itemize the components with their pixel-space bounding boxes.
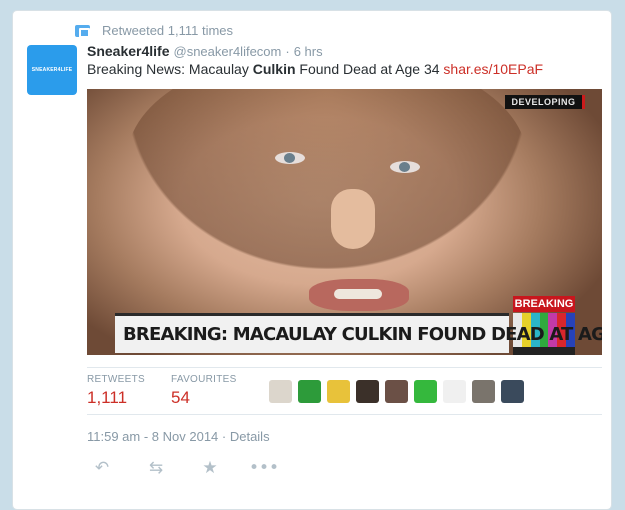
photo-mouth [309, 279, 409, 311]
favouriter-avatar[interactable] [327, 380, 350, 403]
color-bars-base [513, 347, 575, 355]
tweet-text-pre: Breaking News: Macaulay [87, 61, 253, 77]
separator: · [285, 44, 290, 59]
tweet-timestamp[interactable]: 11:59 am - 8 Nov 2014 · Details [87, 429, 270, 444]
breaking-tag: BREAKING [513, 296, 575, 312]
favourites-label: FAVOURITES [171, 374, 237, 385]
tweet-text-post: Found Dead at Age 34 [295, 61, 444, 77]
avatar[interactable]: SNEAKER4LIFE [27, 45, 77, 95]
tweet-actions: ↶ ⇆ ★ ••• [87, 458, 303, 478]
favouriter-avatar[interactable] [472, 380, 495, 403]
developing-label: DEVELOPING [505, 95, 585, 109]
avatar-text: SNEAKER4LIFE [31, 67, 73, 73]
favouriter-avatar[interactable] [385, 380, 408, 403]
tweet-text: Breaking News: Macaulay Culkin Found Dea… [87, 61, 543, 77]
user-handle[interactable]: @sneaker4lifecom [174, 44, 282, 59]
retweet-context: Retweeted 1,111 times [75, 23, 233, 38]
tweet-stats: RETWEETS 1,111 FAVOURITES 54 [87, 367, 602, 415]
favouriter-avatar[interactable] [356, 380, 379, 403]
retweet-icon [75, 24, 90, 38]
favouriter-avatar[interactable] [414, 380, 437, 403]
favouriter-avatar[interactable] [501, 380, 524, 403]
favouriter-avatars [269, 380, 530, 403]
retweets-value: 1,111 [87, 388, 128, 407]
tweet-card: Retweeted 1,111 times SNEAKER4LIFE Sneak… [12, 10, 612, 510]
favourites-stat[interactable]: FAVOURITES 54 [171, 374, 237, 408]
tweet-header: Sneaker4life @sneaker4lifecom · 6 hrs [87, 43, 323, 59]
photo-nose [331, 189, 375, 249]
favourites-value: 54 [171, 388, 190, 407]
retweet-icon[interactable]: ⇆ [141, 458, 171, 478]
tweet-link[interactable]: shar.es/10EPaF [443, 61, 543, 77]
tweet-text-bold: Culkin [252, 61, 296, 77]
favouriter-avatar[interactable] [269, 380, 292, 403]
photo-eye-right [390, 161, 420, 173]
photo-eye-left [275, 152, 305, 164]
retweets-label: RETWEETS [87, 374, 145, 385]
tweet-media-image[interactable]: DEVELOPING BREAKING BREAKING: MACAULAY C… [87, 89, 602, 355]
tweet-time[interactable]: 6 hrs [294, 44, 323, 59]
user-name[interactable]: Sneaker4life [87, 43, 170, 59]
retweets-stat[interactable]: RETWEETS 1,111 [87, 374, 145, 408]
reply-icon[interactable]: ↶ [87, 458, 117, 478]
favouriter-avatar[interactable] [443, 380, 466, 403]
favouriter-avatar[interactable] [298, 380, 321, 403]
retweet-count-text: Retweeted 1,111 times [102, 23, 234, 38]
star-icon[interactable]: ★ [195, 458, 225, 478]
breaking-headline: BREAKING: MACAULAY CULKIN FOUND DEAD AT … [115, 313, 602, 353]
more-icon[interactable]: ••• [249, 458, 279, 478]
